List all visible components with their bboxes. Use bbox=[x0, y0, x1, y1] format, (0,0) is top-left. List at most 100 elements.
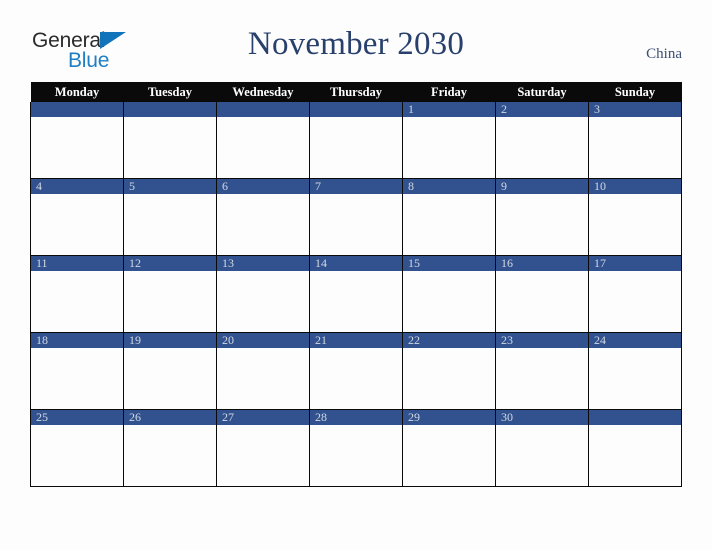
day-cell[interactable]: 6 bbox=[216, 178, 310, 256]
day-cell[interactable]: 20 bbox=[216, 332, 310, 410]
day-cell[interactable]: 10 bbox=[588, 178, 682, 256]
day-cell[interactable]: 25 bbox=[30, 409, 124, 487]
day-cell[interactable]: 5 bbox=[123, 178, 217, 256]
day-cell[interactable]: 16 bbox=[495, 255, 589, 333]
day-cell[interactable]: 7 bbox=[309, 178, 403, 256]
day-events-area[interactable] bbox=[31, 271, 123, 332]
day-number: 7 bbox=[310, 179, 402, 194]
day-events-area[interactable] bbox=[310, 425, 402, 486]
day-events-area[interactable] bbox=[403, 194, 495, 255]
day-events-area[interactable] bbox=[217, 117, 309, 178]
day-cell[interactable]: 22 bbox=[402, 332, 496, 410]
day-events-area[interactable] bbox=[589, 117, 681, 178]
day-events-area[interactable] bbox=[31, 425, 123, 486]
day-cell[interactable]: 24 bbox=[588, 332, 682, 410]
day-events-area[interactable] bbox=[124, 194, 216, 255]
day-cell[interactable]: 9 bbox=[495, 178, 589, 256]
day-number: 27 bbox=[217, 410, 309, 425]
day-events-area[interactable] bbox=[124, 425, 216, 486]
day-cell[interactable]: 12 bbox=[123, 255, 217, 333]
day-events-area[interactable] bbox=[496, 194, 588, 255]
day-cell[interactable]: 29 bbox=[402, 409, 496, 487]
day-events-area[interactable] bbox=[589, 425, 681, 486]
day-cell[interactable]: 26 bbox=[123, 409, 217, 487]
day-number: 20 bbox=[217, 333, 309, 348]
day-number: 1 bbox=[403, 102, 495, 117]
weekday-header-sunday: Sunday bbox=[588, 82, 682, 102]
day-cell[interactable]: 1 bbox=[402, 102, 496, 179]
day-number: 22 bbox=[403, 333, 495, 348]
day-events-area[interactable] bbox=[31, 117, 123, 178]
day-cell[interactable]: 18 bbox=[30, 332, 124, 410]
day-cell[interactable] bbox=[216, 102, 310, 179]
day-number: 3 bbox=[589, 102, 681, 117]
day-number bbox=[310, 102, 402, 117]
day-cell[interactable]: 8 bbox=[402, 178, 496, 256]
day-cell[interactable]: 11 bbox=[30, 255, 124, 333]
day-cell[interactable] bbox=[30, 102, 124, 179]
day-events-area[interactable] bbox=[124, 348, 216, 409]
day-cell[interactable]: 3 bbox=[588, 102, 682, 179]
day-cell[interactable]: 13 bbox=[216, 255, 310, 333]
day-cell[interactable]: 2 bbox=[495, 102, 589, 179]
day-events-area[interactable] bbox=[589, 194, 681, 255]
day-cell[interactable] bbox=[123, 102, 217, 179]
day-number: 4 bbox=[31, 179, 123, 194]
day-events-area[interactable] bbox=[124, 271, 216, 332]
day-events-area[interactable] bbox=[217, 271, 309, 332]
day-number: 24 bbox=[589, 333, 681, 348]
day-events-area[interactable] bbox=[496, 117, 588, 178]
day-number: 2 bbox=[496, 102, 588, 117]
day-events-area[interactable] bbox=[403, 117, 495, 178]
day-cell[interactable]: 19 bbox=[123, 332, 217, 410]
day-cell[interactable]: 17 bbox=[588, 255, 682, 333]
day-events-area[interactable] bbox=[124, 117, 216, 178]
day-cell[interactable]: 27 bbox=[216, 409, 310, 487]
weekday-header-saturday: Saturday bbox=[495, 82, 589, 102]
day-events-area[interactable] bbox=[310, 194, 402, 255]
day-events-area[interactable] bbox=[403, 425, 495, 486]
page-header: General Blue November 2030 China bbox=[0, 0, 712, 82]
day-number: 30 bbox=[496, 410, 588, 425]
day-number bbox=[31, 102, 123, 117]
page-title: November 2030 bbox=[247, 26, 465, 62]
day-number: 14 bbox=[310, 256, 402, 271]
day-number: 18 bbox=[31, 333, 123, 348]
day-number: 28 bbox=[310, 410, 402, 425]
day-number bbox=[589, 410, 681, 425]
day-events-area[interactable] bbox=[589, 271, 681, 332]
day-cell[interactable]: 23 bbox=[495, 332, 589, 410]
day-events-area[interactable] bbox=[217, 348, 309, 409]
day-events-area[interactable] bbox=[589, 348, 681, 409]
day-events-area[interactable] bbox=[310, 348, 402, 409]
day-cell[interactable]: 28 bbox=[309, 409, 403, 487]
day-cell[interactable]: 21 bbox=[309, 332, 403, 410]
day-number: 25 bbox=[31, 410, 123, 425]
day-cell[interactable]: 30 bbox=[495, 409, 589, 487]
day-cell[interactable]: 15 bbox=[402, 255, 496, 333]
weekday-header-thursday: Thursday bbox=[309, 82, 403, 102]
day-cell[interactable]: 14 bbox=[309, 255, 403, 333]
day-number: 10 bbox=[589, 179, 681, 194]
day-events-area[interactable] bbox=[496, 348, 588, 409]
day-cell[interactable] bbox=[309, 102, 403, 179]
day-events-area[interactable] bbox=[217, 425, 309, 486]
day-events-area[interactable] bbox=[496, 425, 588, 486]
day-events-area[interactable] bbox=[403, 348, 495, 409]
day-events-area[interactable] bbox=[31, 348, 123, 409]
day-cell[interactable]: 4 bbox=[30, 178, 124, 256]
day-number: 9 bbox=[496, 179, 588, 194]
day-events-area[interactable] bbox=[496, 271, 588, 332]
weekday-header-tuesday: Tuesday bbox=[123, 82, 217, 102]
day-events-area[interactable] bbox=[31, 194, 123, 255]
weekday-header-row: Monday Tuesday Wednesday Thursday Friday… bbox=[30, 82, 682, 102]
weekday-header-wednesday: Wednesday bbox=[216, 82, 310, 102]
day-events-area[interactable] bbox=[217, 194, 309, 255]
day-cell[interactable] bbox=[588, 409, 682, 487]
day-number: 15 bbox=[403, 256, 495, 271]
day-number: 8 bbox=[403, 179, 495, 194]
day-number: 29 bbox=[403, 410, 495, 425]
day-events-area[interactable] bbox=[310, 271, 402, 332]
day-events-area[interactable] bbox=[403, 271, 495, 332]
day-events-area[interactable] bbox=[310, 117, 402, 178]
